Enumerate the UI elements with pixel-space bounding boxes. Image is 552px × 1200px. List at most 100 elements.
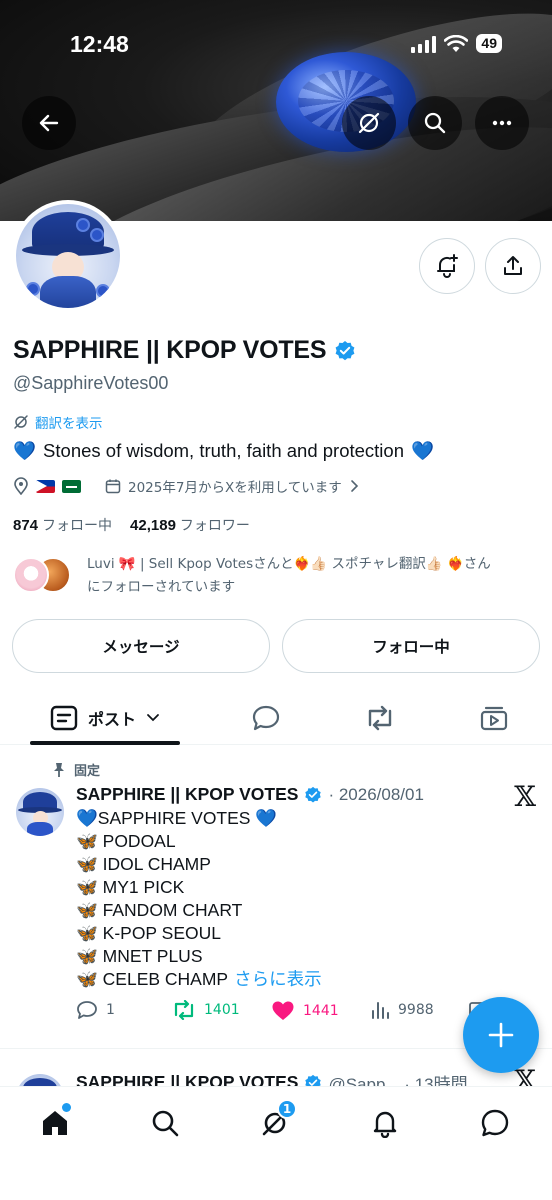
repost-icon	[368, 705, 392, 730]
compose-post-button[interactable]	[463, 997, 539, 1073]
repost-button[interactable]: 1401	[172, 1000, 240, 1020]
translate-label: 翻訳を表示	[35, 416, 103, 432]
views-button[interactable]: 9988	[370, 1000, 434, 1020]
bell-icon	[373, 1111, 397, 1138]
home-new-indicator	[62, 1103, 71, 1112]
profile-meta: 2025年7月からXを利用しています	[13, 476, 359, 496]
post-line: 🦋 FANDOM CHART	[76, 900, 243, 920]
back-button[interactable]	[22, 96, 76, 150]
followed-by-avatars	[13, 553, 77, 595]
blue-heart-emoji: 💙	[13, 440, 37, 461]
follow-stats: 874 フォロー中 42,189 フォロワー	[13, 515, 250, 535]
profile-avatar[interactable]	[12, 200, 124, 312]
post-line: 🦋 CELEB CHAMP さらに表示	[76, 968, 322, 991]
tab-posts-label: ポスト	[87, 709, 136, 729]
more-options-button[interactable]	[475, 96, 529, 150]
blue-heart-emoji: 💙	[411, 440, 435, 461]
speech-bubble-icon	[252, 705, 280, 730]
active-tab-indicator	[30, 741, 180, 745]
tab-reposts[interactable]	[350, 690, 410, 745]
grok-button[interactable]	[342, 96, 396, 150]
notification-count-badge: 1	[277, 1099, 297, 1119]
display-name-text: SAPPHIRE || KPOP VOTES	[13, 336, 327, 364]
analytics-icon	[372, 1002, 389, 1019]
nav-notifications[interactable]	[357, 1101, 413, 1145]
bell-plus-icon	[437, 254, 458, 278]
verified-badge-icon[interactable]	[334, 340, 356, 362]
notifications-subscribe-button[interactable]	[419, 238, 475, 294]
profile-bio: 💙 Stones of wisdom, truth, faith and pro…	[13, 440, 434, 462]
post-text: 💙SAPPHIRE VOTES 💙 🦋 PODOAL 🦋 IDOL CHAMP …	[76, 807, 322, 991]
following-count: 874	[13, 517, 39, 534]
joined-date: 2025年7月からXを利用しています	[128, 480, 342, 496]
tab-media[interactable]	[464, 690, 524, 745]
nav-grok[interactable]: 1	[247, 1099, 303, 1145]
post-line-text: 🦋 CELEB CHAMP	[76, 969, 229, 989]
profile-tabs: ポスト	[0, 690, 552, 745]
avatar-image	[16, 204, 120, 308]
translate-bio-link[interactable]: 翻訳を表示	[13, 412, 103, 432]
post-author-name[interactable]: SAPPHIRE || KPOP VOTES	[76, 784, 298, 805]
pin-icon	[54, 762, 64, 777]
avatar	[13, 557, 49, 593]
posts-icon	[50, 705, 78, 730]
messages-icon	[481, 1109, 509, 1137]
nav-search[interactable]	[137, 1101, 193, 1145]
arrow-left-icon	[39, 114, 59, 132]
followed-by-line: にフォローされています	[87, 579, 236, 595]
like-count: 1441	[303, 1003, 339, 1019]
calendar-icon	[105, 479, 121, 494]
profile-handle: @SapphireVotes00	[13, 373, 169, 393]
nav-messages[interactable]	[467, 1101, 523, 1145]
grok-icon	[358, 112, 380, 134]
show-more-link[interactable]: さらに表示	[234, 968, 322, 991]
followed-by-line: Luvi 🎀 | Sell Kpop Votesさんと❤️‍🔥👍🏻 スポチャレ翻…	[87, 556, 491, 572]
philippines-flag-icon	[36, 479, 55, 493]
followers-stat[interactable]: 42,189 フォロワー	[130, 515, 250, 535]
tab-replies[interactable]	[236, 690, 296, 745]
battery-indicator: 49	[476, 34, 502, 53]
search-icon	[424, 112, 446, 134]
location-pin-icon	[14, 477, 28, 495]
share-profile-button[interactable]	[485, 238, 541, 294]
post-line: 🦋 IDOL CHAMP	[76, 854, 211, 874]
verified-badge-icon	[305, 786, 322, 803]
chevron-right-icon[interactable]	[349, 479, 359, 493]
view-count: 9988	[398, 1002, 434, 1018]
post-header: SAPPHIRE || KPOP VOTES · 2026/08/01	[76, 784, 424, 805]
reply-icon	[77, 1001, 97, 1019]
followers-label: フォロワー	[179, 518, 250, 534]
saudi-arabia-flag-icon	[62, 479, 81, 493]
repost-count: 1401	[204, 1002, 240, 1018]
post-date: · 2026/08/01	[328, 784, 424, 804]
message-button[interactable]: メッセージ	[12, 619, 270, 673]
pinned-label: 固定	[74, 764, 101, 779]
reply-count: 1	[106, 1002, 115, 1018]
search-icon	[152, 1110, 179, 1137]
post-author-avatar[interactable]	[16, 788, 64, 836]
pinned-indicator: 固定	[52, 760, 100, 779]
post-line: 🦋 MNET PLUS	[76, 946, 203, 966]
heart-icon	[272, 1001, 294, 1020]
followers-count: 42,189	[130, 517, 176, 534]
wifi-icon	[444, 34, 469, 52]
tab-posts[interactable]: ポスト	[30, 690, 180, 745]
nav-home[interactable]	[27, 1101, 83, 1145]
following-stat[interactable]: 874 フォロー中	[13, 515, 112, 535]
following-label: フォロー中	[42, 518, 113, 534]
x-logo-icon: 𝕏	[514, 780, 536, 813]
reply-button[interactable]: 1	[76, 1000, 115, 1020]
bottom-navigation: 1	[0, 1086, 552, 1200]
following-button[interactable]: フォロー中	[282, 619, 540, 673]
repost-icon	[174, 1000, 194, 1020]
post-line: 🦋 MY1 PICK	[76, 877, 185, 897]
followed-by-section[interactable]: Luvi 🎀 | Sell Kpop Votesさんと❤️‍🔥👍🏻 スポチャレ翻…	[13, 553, 543, 599]
post-line: 🦋 PODOAL	[76, 831, 176, 851]
status-icons: 49	[411, 34, 502, 53]
like-button[interactable]: 1441	[271, 1000, 339, 1022]
plus-icon	[488, 1022, 514, 1048]
post-line: 🦋 K-POP SEOUL	[76, 923, 221, 943]
search-button[interactable]	[408, 96, 462, 150]
cellular-signal-icon	[411, 35, 437, 53]
home-icon	[43, 1111, 67, 1135]
